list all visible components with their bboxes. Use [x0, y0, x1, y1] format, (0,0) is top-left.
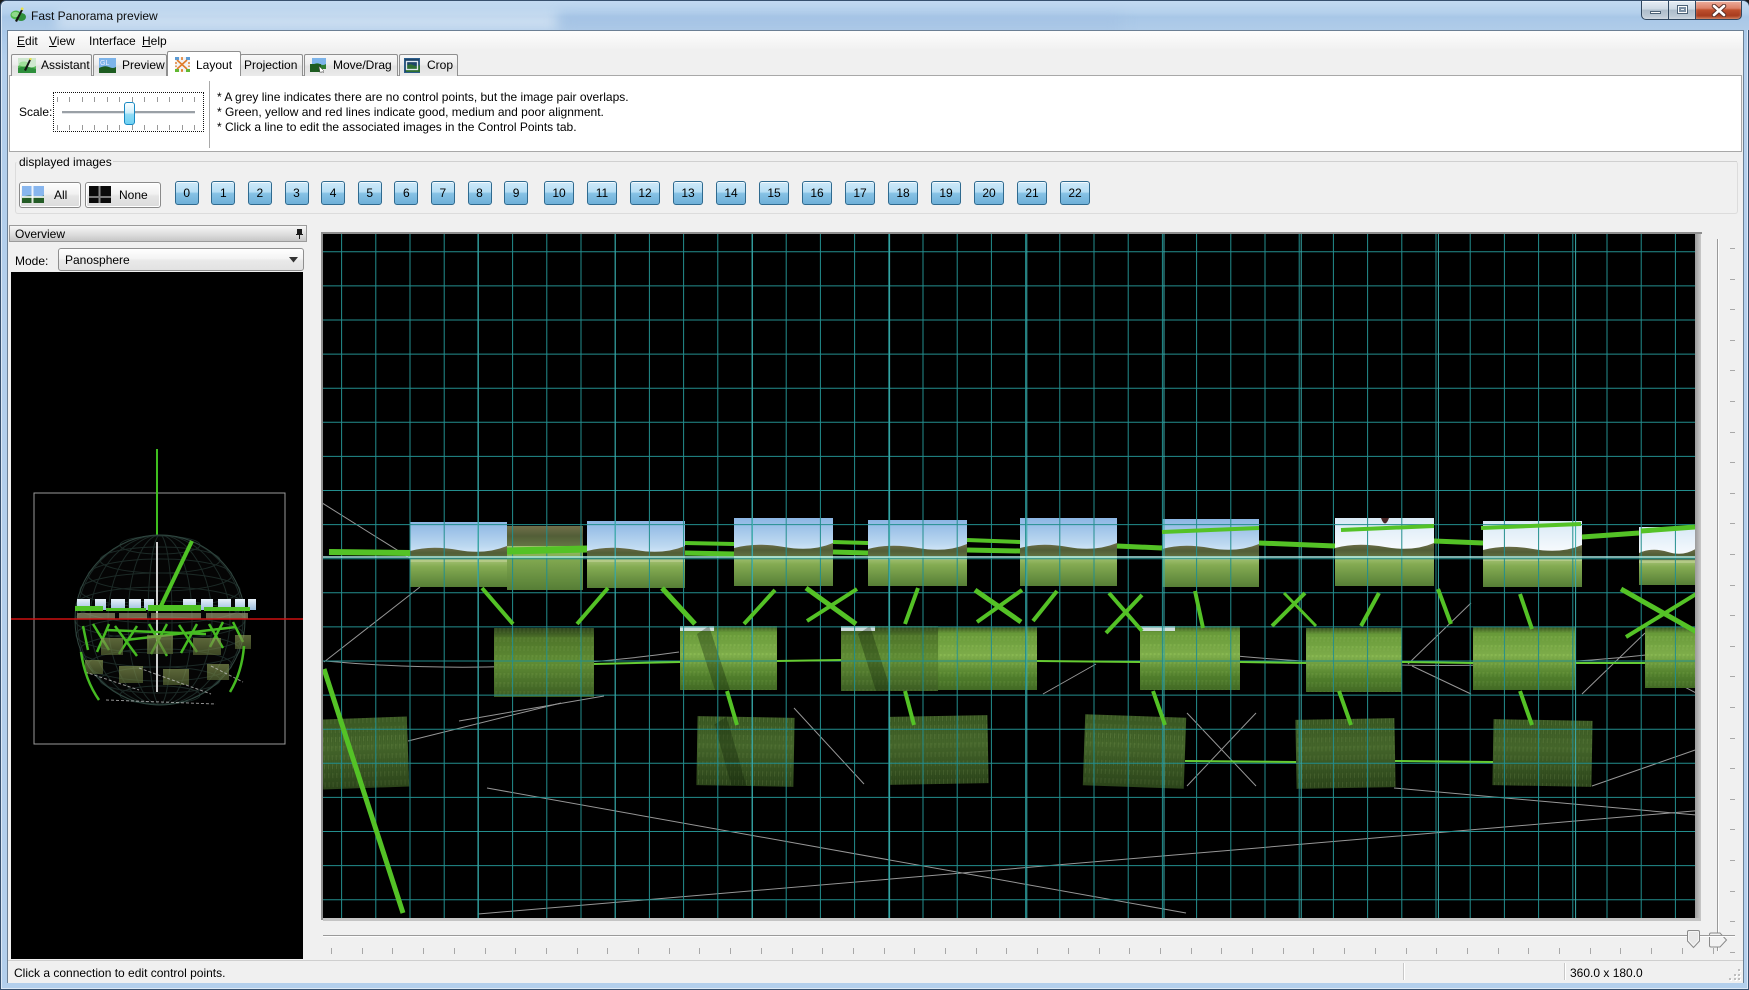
svg-text:GL: GL [100, 60, 109, 67]
